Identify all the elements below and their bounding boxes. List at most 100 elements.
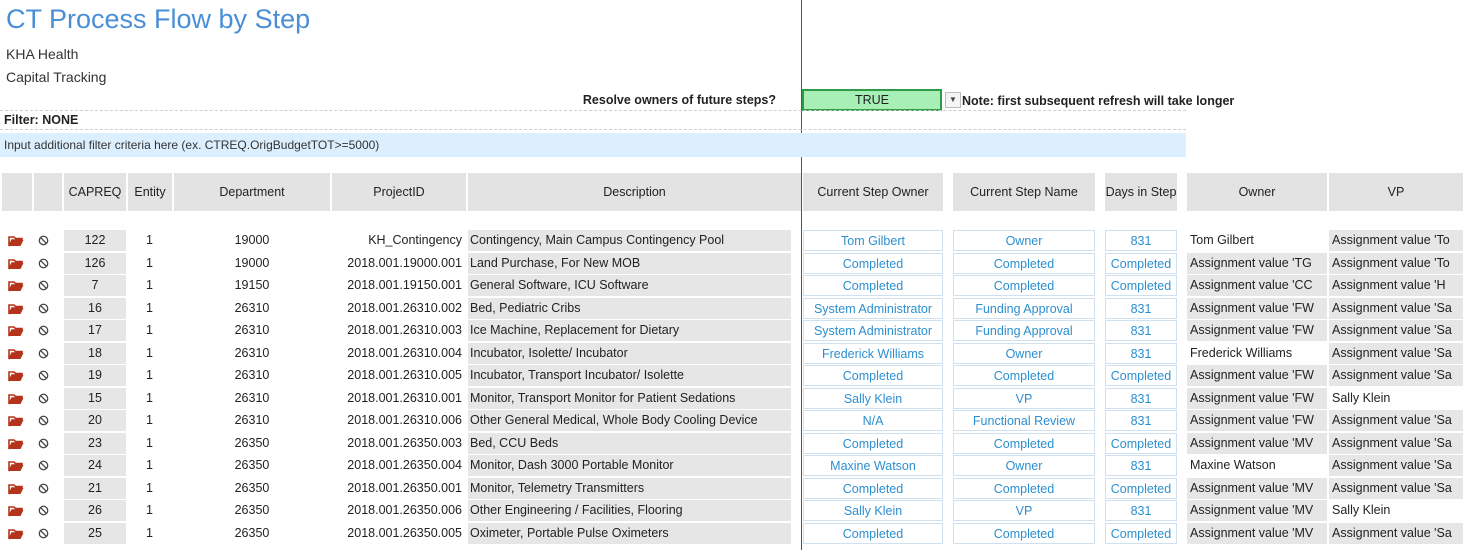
open-folder-icon[interactable] — [8, 298, 30, 319]
header-days-in-step[interactable]: Days in Step — [1105, 173, 1177, 211]
cell-department: 26350 — [234, 435, 270, 450]
cell-projectid: 2018.001.26310.006 — [347, 413, 462, 427]
cell-vp: Assignment value 'Sa — [1329, 455, 1463, 476]
cell-current-step-owner: Completed — [803, 477, 943, 499]
cell-capreq: 23 — [64, 432, 126, 454]
open-folder-icon[interactable] — [8, 320, 30, 341]
cell-owner: Maxine Watson — [1190, 458, 1276, 472]
divider — [0, 110, 1186, 111]
header-department[interactable]: Department — [174, 173, 330, 211]
dropdown-arrow-icon[interactable]: ▼ — [945, 92, 961, 108]
cell-projectid: 2018.001.26350.005 — [347, 525, 462, 540]
open-folder-icon[interactable] — [8, 253, 30, 274]
open-folder-icon[interactable] — [8, 478, 30, 499]
divider — [0, 129, 1186, 130]
open-folder-icon[interactable] — [8, 455, 30, 476]
cell-projectid: 2018.001.26350.006 — [347, 503, 462, 517]
cell-current-step-name: Completed — [953, 477, 1095, 499]
cell-projectid: 2018.001.26350.003 — [347, 435, 462, 450]
cell-department: 26310 — [234, 345, 270, 360]
cancel-icon[interactable] — [38, 433, 56, 454]
cancel-icon[interactable] — [38, 500, 56, 521]
org-name: KHA Health — [6, 46, 79, 62]
cancel-icon[interactable] — [38, 478, 56, 499]
table-row: 17 1 26310 2018.001.26310.003 Ice Machine, R… — [0, 320, 1463, 342]
cell-current-step-owner: Maxine Watson — [803, 455, 943, 476]
header-current-step-name[interactable]: Current Step Name — [953, 173, 1095, 211]
open-folder-icon[interactable] — [8, 523, 30, 544]
cell-description: General Software, ICU Software — [468, 275, 791, 296]
cell-entity: 1 — [146, 345, 153, 360]
header-owner[interactable]: Owner — [1187, 173, 1327, 211]
cell-capreq: 19 — [64, 365, 126, 386]
cancel-icon[interactable] — [38, 523, 56, 544]
cell-department: 26350 — [234, 525, 270, 540]
cell-owner: Assignment value 'FW — [1187, 297, 1327, 319]
cell-entity: 1 — [146, 458, 153, 472]
open-folder-icon[interactable] — [8, 275, 30, 296]
cell-current-step-name: Completed — [953, 365, 1095, 386]
cell-department: 26310 — [234, 390, 270, 405]
cell-current-step-name: Funding Approval — [953, 297, 1095, 319]
cell-days-in-step: Completed — [1105, 432, 1177, 454]
cell-days-in-step: 831 — [1105, 320, 1177, 341]
cell-current-step-name: VP — [953, 500, 1095, 521]
cancel-icon[interactable] — [38, 230, 56, 251]
cell-capreq: 16 — [64, 297, 126, 319]
cell-days-in-step: Completed — [1105, 252, 1177, 274]
cell-current-step-name: VP — [953, 387, 1095, 409]
cell-projectid: 2018.001.26310.003 — [347, 323, 462, 337]
cancel-icon[interactable] — [38, 298, 56, 319]
cell-entity: 1 — [146, 503, 153, 517]
cell-projectid: 2018.001.26310.002 — [347, 300, 462, 315]
cell-capreq: 20 — [64, 410, 126, 431]
open-folder-icon[interactable] — [8, 388, 30, 409]
cell-owner: Assignment value 'FW — [1187, 387, 1327, 409]
cancel-icon[interactable] — [38, 365, 56, 386]
cell-current-step-owner: System Administrator — [803, 297, 943, 319]
header-description[interactable]: Description — [468, 173, 801, 211]
cell-capreq: 18 — [64, 342, 126, 364]
header-current-step-owner[interactable]: Current Step Owner — [803, 173, 943, 211]
cell-owner: Assignment value 'CC — [1187, 275, 1327, 296]
cell-capreq: 24 — [64, 455, 126, 476]
cell-current-step-name: Owner — [953, 230, 1095, 251]
cell-current-step-name: Owner — [953, 342, 1095, 364]
cell-description: Incubator, Isolette/ Incubator — [468, 342, 791, 364]
resolve-owners-cell[interactable]: TRUE — [802, 89, 942, 111]
cell-capreq: 25 — [64, 522, 126, 544]
refresh-note: Note: first subsequent refresh will take… — [962, 94, 1235, 108]
header-projectid[interactable]: ProjectID — [332, 173, 466, 211]
header-entity[interactable]: Entity — [128, 173, 172, 211]
filter-criteria-input[interactable]: Input additional filter criteria here (e… — [0, 133, 1186, 157]
cell-current-step-name: Completed — [953, 275, 1095, 296]
cell-days-in-step: 831 — [1105, 230, 1177, 251]
table-row: 25 1 26350 2018.001.26350.005 Oximeter, Port… — [0, 522, 1463, 545]
cell-current-step-owner: Completed — [803, 252, 943, 274]
open-folder-icon[interactable] — [8, 365, 30, 386]
cell-projectid: 2018.001.26350.004 — [347, 458, 462, 472]
cell-projectid: 2018.001.19150.001 — [347, 278, 462, 292]
header-vp[interactable]: VP — [1329, 173, 1463, 211]
table-row: 26 1 26350 2018.001.26350.006 Other Engineer… — [0, 500, 1463, 522]
open-folder-icon[interactable] — [8, 343, 30, 364]
open-folder-icon[interactable] — [8, 433, 30, 454]
cancel-icon[interactable] — [38, 343, 56, 364]
cancel-icon[interactable] — [38, 410, 56, 431]
cancel-icon[interactable] — [38, 275, 56, 296]
cancel-icon[interactable] — [38, 320, 56, 341]
cell-vp: Assignment value 'Sa — [1329, 410, 1463, 431]
open-folder-icon[interactable] — [8, 500, 30, 521]
cell-department: 26310 — [234, 300, 270, 315]
cancel-icon[interactable] — [38, 388, 56, 409]
open-folder-icon[interactable] — [8, 230, 30, 251]
cancel-icon[interactable] — [38, 253, 56, 274]
cancel-icon[interactable] — [38, 455, 56, 476]
header-capreq[interactable]: CAPREQ — [64, 173, 126, 211]
table-row: 16 1 26310 2018.001.26310.002 Bed, Pediatric… — [0, 297, 1463, 320]
open-folder-icon[interactable] — [8, 410, 30, 431]
table-row: 7 1 19150 2018.001.19150.001 General Softwar… — [0, 275, 1463, 297]
cell-description: Oximeter, Portable Pulse Oximeters — [468, 522, 791, 544]
cell-description: Bed, CCU Beds — [468, 432, 791, 454]
cell-days-in-step: 831 — [1105, 455, 1177, 476]
